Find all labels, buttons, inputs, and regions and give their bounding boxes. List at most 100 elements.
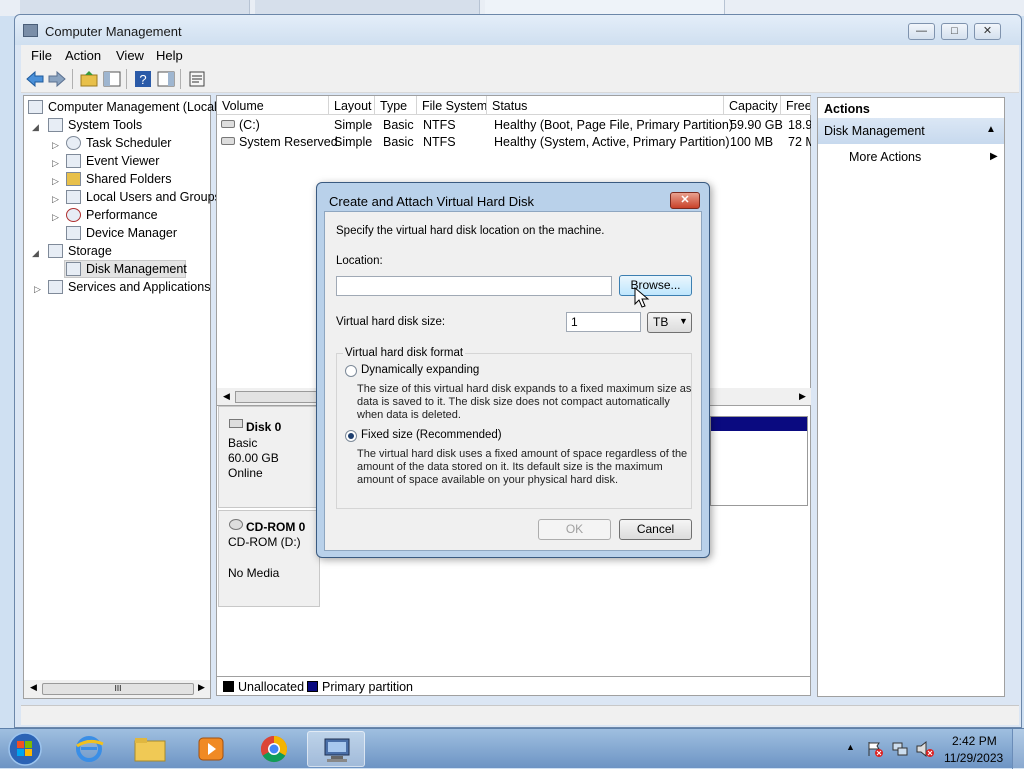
collapsed-triangle-icon[interactable]: ▷ — [34, 284, 41, 295]
menu-file[interactable]: File — [31, 48, 52, 63]
menu-help[interactable]: Help — [156, 48, 183, 63]
tree-services[interactable]: Services and Applications — [68, 280, 210, 294]
location-input[interactable] — [336, 276, 612, 296]
minimize-button[interactable]: — — [908, 23, 935, 40]
collapse-arrow-icon[interactable]: ▲ — [986, 124, 996, 135]
column-volume[interactable]: Volume — [217, 96, 329, 115]
legend-primary-swatch — [307, 681, 318, 692]
collapsed-triangle-icon[interactable]: ▷ — [52, 212, 59, 223]
collapsed-triangle-icon[interactable]: ▷ — [52, 140, 59, 151]
table-row[interactable]: (C:) Simple Basic NTFS Healthy (Boot, Pa… — [217, 116, 811, 133]
taskbar-media-player[interactable] — [182, 731, 240, 767]
disk0-info[interactable]: Disk 0 Basic 60.00 GB Online — [218, 406, 320, 508]
folder-icon — [134, 738, 166, 762]
show-hide-tree-icon[interactable] — [102, 69, 122, 89]
tree-event-viewer[interactable]: Event Viewer — [86, 154, 159, 168]
actions-section-label: Disk Management — [824, 124, 925, 138]
tree-system-tools[interactable]: System Tools — [68, 118, 142, 132]
maximize-button[interactable]: □ — [941, 23, 968, 40]
drive-icon — [221, 120, 235, 128]
tree-task-scheduler[interactable]: Task Scheduler — [86, 136, 171, 150]
window-title: Computer Management — [45, 24, 182, 39]
radio-dynamic[interactable] — [345, 365, 357, 377]
tree-storage[interactable]: Storage — [68, 244, 112, 258]
column-free[interactable]: Free — [781, 96, 811, 115]
expanded-triangle-icon[interactable]: ◢ — [32, 122, 39, 133]
collapsed-triangle-icon[interactable]: ▷ — [52, 176, 59, 187]
menu-action[interactable]: Action — [65, 48, 101, 63]
column-status[interactable]: Status — [487, 96, 724, 115]
properties-icon[interactable] — [187, 69, 207, 89]
column-type[interactable]: Type — [375, 96, 417, 115]
tree-device-manager[interactable]: Device Manager — [86, 226, 177, 240]
more-actions[interactable]: More Actions — [849, 150, 921, 164]
scroll-thumb[interactable]: III — [42, 683, 194, 695]
computer-icon — [28, 100, 43, 114]
fixed-label[interactable]: Fixed size (Recommended) — [361, 429, 502, 441]
cancel-button[interactable]: Cancel — [619, 519, 692, 540]
table-row[interactable]: System Reserved Simple Basic NTFS Health… — [217, 133, 811, 150]
performance-icon — [66, 208, 81, 222]
legend-primary: Primary partition — [322, 680, 413, 694]
scroll-right-icon[interactable]: ▶ — [198, 682, 205, 693]
clock-time[interactable]: 2:42 PM — [952, 734, 997, 748]
dialog-close-button[interactable]: ✕ — [670, 192, 700, 209]
mouse-cursor-icon — [634, 287, 650, 308]
submenu-arrow-icon[interactable]: ▶ — [990, 151, 998, 162]
column-capacity[interactable]: Capacity — [724, 96, 781, 115]
fixed-desc-line: amount of space available on your physic… — [357, 474, 619, 486]
scroll-left-icon[interactable]: ◀ — [30, 682, 37, 693]
toolbar: ? — [21, 65, 1019, 93]
scroll-left-icon[interactable]: ◀ — [223, 391, 230, 402]
taskbar-file-explorer[interactable] — [121, 731, 179, 767]
clock-date[interactable]: 11/29/2023 — [944, 751, 1003, 765]
network-icon[interactable] — [891, 740, 909, 758]
column-layout[interactable]: Layout — [329, 96, 375, 115]
show-desktop-button[interactable] — [1012, 729, 1024, 769]
start-button-icon[interactable] — [6, 731, 44, 767]
collapsed-triangle-icon[interactable]: ▷ — [52, 194, 59, 205]
cell-free: 72 M — [788, 135, 811, 149]
tree-local-users[interactable]: Local Users and Groups — [86, 190, 221, 204]
menu-view[interactable]: View — [116, 48, 144, 63]
dynamic-label[interactable]: Dynamically expanding — [361, 364, 479, 376]
cdrom0-name: CD-ROM 0 — [246, 520, 306, 534]
volume-muted-icon[interactable] — [915, 740, 935, 758]
cell-status: Healthy (Boot, Page File, Primary Partit… — [494, 118, 733, 132]
cell-capacity: 100 MB — [730, 135, 774, 149]
actions-section-disk-management[interactable]: Disk Management ▲ — [818, 118, 1004, 144]
back-icon[interactable] — [25, 69, 45, 89]
action-center-flag-icon[interactable] — [866, 740, 884, 758]
toolbar-separator — [180, 69, 181, 89]
tree-performance[interactable]: Performance — [86, 208, 158, 222]
column-file-system[interactable]: File System — [417, 96, 487, 115]
taskbar-internet-explorer[interactable] — [60, 731, 118, 767]
cdrom0-info[interactable]: CD-ROM 0 CD-ROM (D:) No Media — [218, 510, 320, 607]
show-hidden-icons-button[interactable]: ▲ — [846, 742, 855, 752]
tree-shared-folders[interactable]: Shared Folders — [86, 172, 171, 186]
services-icon — [48, 280, 63, 294]
expanded-triangle-icon[interactable]: ◢ — [32, 248, 39, 259]
taskbar-computer-management[interactable] — [307, 731, 365, 767]
size-unit-select[interactable]: TB ▼ — [647, 312, 692, 333]
scroll-thumb[interactable] — [235, 391, 325, 403]
event-viewer-icon — [66, 154, 81, 168]
forward-icon[interactable] — [47, 69, 67, 89]
menu-bar: File Action View Help — [21, 45, 1019, 65]
browse-button[interactable]: Browse... — [619, 275, 692, 296]
size-input[interactable]: 1 — [566, 312, 641, 332]
radio-fixed[interactable] — [345, 430, 357, 442]
dynamic-desc-line: The size of this virtual hard disk expan… — [357, 383, 692, 395]
scroll-right-icon[interactable]: ▶ — [799, 391, 806, 402]
partition-block[interactable] — [710, 416, 808, 506]
collapsed-triangle-icon[interactable]: ▷ — [52, 158, 59, 169]
cell-capacity: 59.90 GB — [730, 118, 783, 132]
tree-scrollbar[interactable]: ◀ III ▶ — [24, 680, 210, 698]
close-button[interactable]: ✕ — [974, 23, 1001, 40]
actions-pane: Actions Disk Management ▲ More Actions ▶ — [817, 97, 1005, 697]
up-folder-icon[interactable] — [79, 69, 99, 89]
taskbar-chrome[interactable] — [245, 731, 303, 767]
ok-button[interactable]: OK — [538, 519, 611, 540]
show-hide-action-pane-icon[interactable] — [156, 69, 176, 89]
help-icon[interactable]: ? — [133, 69, 153, 89]
